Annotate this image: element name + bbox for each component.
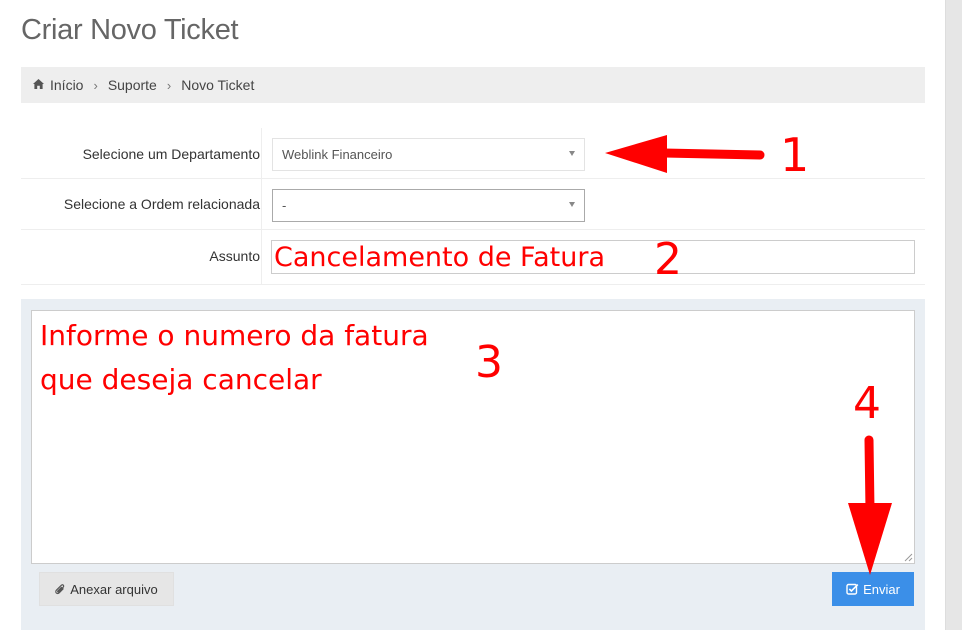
breadcrumb-current: Novo Ticket [181,77,255,93]
row-divider [261,179,262,229]
row-divider [261,230,262,284]
order-select-value: - [282,198,287,213]
breadcrumb-separator: › [166,77,172,93]
annotation-number-1: 1 [780,128,810,182]
annotation-number-2: 2 [654,234,682,285]
department-select-value: Weblink Financeiro [282,147,393,162]
send-button[interactable]: Enviar [832,572,914,606]
resize-grip-icon[interactable] [904,553,913,562]
subject-input-value: Cancelamento de Fatura [274,242,606,273]
breadcrumb: Início › Suporte › Novo Ticket [21,67,925,103]
annotation-number-4: 4 [853,378,881,429]
check-square-icon [846,583,859,595]
chevron-down-icon [569,151,575,156]
order-select[interactable]: - [272,189,585,222]
annotation-number-3: 3 [475,337,503,388]
order-label: Selecione a Ordem relacionada [63,196,260,212]
breadcrumb-separator: › [93,77,98,93]
breadcrumb-home-link[interactable]: Início [50,77,83,93]
row-divider [261,128,262,178]
attach-file-label: Anexar arquivo [70,581,158,597]
page-scrollbar[interactable] [945,0,962,630]
department-select[interactable]: Weblink Financeiro [272,138,585,171]
attach-file-button[interactable]: Anexar arquivo [39,572,174,606]
subject-label: Assunto [209,248,260,264]
message-line: Informe o numero da fatura [40,319,429,352]
home-icon [32,77,45,93]
department-label: Selecione um Departamento [82,146,260,162]
page-title: Criar Novo Ticket [21,14,239,46]
send-label: Enviar [863,581,900,597]
paperclip-icon [55,583,66,596]
message-text: Informe o numero da fatura que deseja ca… [40,314,429,402]
chevron-down-icon [569,202,575,207]
breadcrumb-support-link[interactable]: Suporte [108,77,157,93]
message-line: que deseja cancelar [40,363,322,396]
